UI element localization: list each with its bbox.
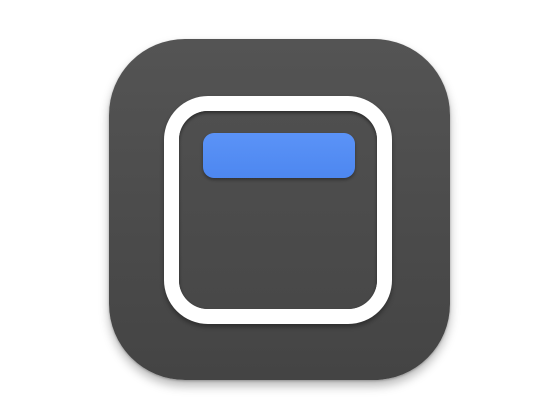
title-bar-icon	[203, 133, 355, 178]
icon-canvas	[0, 0, 560, 420]
